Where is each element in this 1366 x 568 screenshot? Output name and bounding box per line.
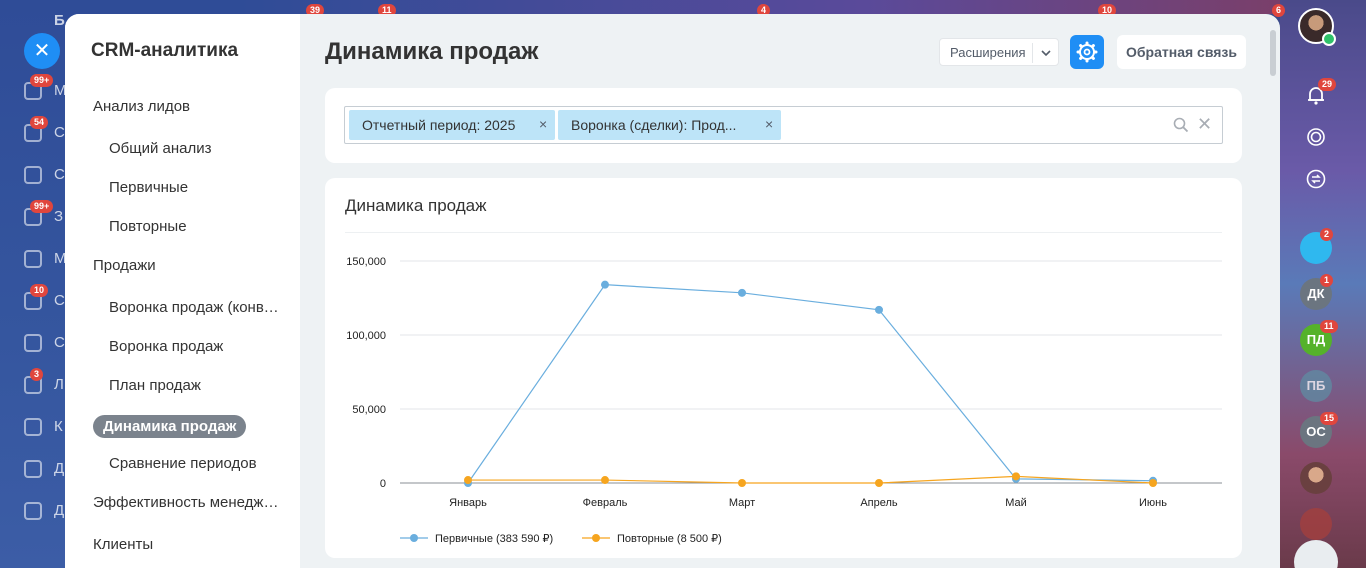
menu-item[interactable]: Сравнение периодов (109, 455, 279, 472)
portal-menu-label: Д (54, 502, 65, 519)
data-point[interactable] (464, 476, 472, 485)
series-line (467, 284, 1154, 484)
portal-menu-label: С (54, 334, 65, 351)
y-tick-label: 150,000 (346, 256, 386, 268)
portal-menu-icon (24, 334, 42, 352)
x-tick-label: Апрель (860, 497, 898, 509)
portal-menu-icon (24, 502, 42, 520)
legend-marker (592, 534, 600, 542)
filter-chip-label: Отчетный период: 2025 (362, 117, 516, 133)
data-point[interactable] (875, 305, 883, 314)
gear-icon (1076, 41, 1098, 63)
contact-photo-avatar[interactable] (1300, 508, 1332, 540)
filter-chip-label: Воронка (сделки): Прод... (571, 117, 737, 133)
portal-menu-badge: 3 (30, 368, 44, 381)
crm-analytics-slider: CRM-аналитика Анализ лидов Общий анализ Пе… (65, 14, 1280, 568)
filter-card: Отчетный период: 2025 × Воронка (сделки)… (325, 88, 1242, 163)
portal-logo-letter: Б (54, 12, 65, 29)
menu-title: CRM-аналитика (91, 40, 239, 61)
y-tick-label: 50,000 (352, 404, 386, 416)
settings-button[interactable] (1070, 35, 1104, 69)
portal-menu-label: С (54, 292, 65, 309)
portal-menu-label: Д (54, 460, 65, 477)
portal-menu-badge: 54 (30, 116, 49, 129)
page-title: Динамика продаж (325, 38, 539, 65)
menu-item[interactable]: Воронка продаж (конверсия) (109, 299, 279, 316)
contact-avatar[interactable]: ПБ (1300, 370, 1332, 402)
data-point[interactable] (875, 479, 883, 487)
play-status-icon (1322, 32, 1336, 46)
data-point[interactable] (601, 280, 609, 289)
portal-menu-icon (24, 166, 42, 184)
portal-menu-label: Л (54, 376, 64, 393)
menu-item[interactable]: Клиенты (93, 536, 283, 553)
data-point[interactable] (738, 288, 746, 297)
x-tick-label: Январь (449, 497, 487, 509)
portal-menu-badge: 99+ (30, 74, 54, 87)
top-counter-badge: 6 (1272, 4, 1286, 17)
close-slider-button[interactable]: ✕ (24, 33, 60, 69)
sync-chat-icon[interactable] (1305, 168, 1327, 190)
menu-item[interactable]: Воронка продаж (109, 338, 279, 355)
portal-menu-icon (24, 418, 42, 436)
menu-item[interactable]: Динамика продаж (93, 415, 247, 438)
sales-dynamics-chart: 0 50,000 100,000 150,000 Январь Февраль Март Ап… (346, 256, 1222, 545)
chip-close-icon[interactable]: × (765, 116, 773, 132)
search-icon[interactable] (1173, 117, 1189, 133)
data-point[interactable] (1012, 472, 1020, 481)
chart-card: Динамика продаж 0 50,000 100,000 150,000 Янв… (325, 178, 1242, 558)
close-icon: ✕ (33, 40, 51, 62)
chevron-down-icon (1041, 50, 1051, 57)
menu-item[interactable]: Общий анализ (109, 140, 279, 157)
chat-badge: 2 (1320, 228, 1334, 241)
portal-menu-label: К (54, 418, 63, 435)
extensions-dropdown[interactable]: Расширения (939, 38, 1059, 66)
filter-chip-period[interactable]: Отчетный период: 2025 × (349, 110, 555, 140)
menu-item[interactable]: Анализ лидов (93, 98, 283, 115)
legend-marker (410, 534, 418, 542)
chip-close-icon[interactable]: × (539, 116, 547, 132)
portal-menu-label: С (54, 124, 65, 141)
spiral-icon[interactable] (1305, 126, 1327, 148)
menu-item[interactable]: План продаж (109, 377, 279, 394)
menu-item[interactable]: Эффективность менеджеров (93, 494, 283, 511)
contact-badge: 15 (1320, 412, 1339, 425)
menu-item[interactable]: Первичные (109, 179, 279, 196)
analytics-menu: CRM-аналитика Анализ лидов Общий анализ Пе… (65, 14, 300, 568)
menu-item[interactable]: Продажи (93, 257, 283, 274)
y-tick-label: 0 (380, 478, 386, 490)
portal-menu-badge: 10 (30, 284, 49, 297)
data-point[interactable] (601, 476, 609, 485)
x-tick-label: Июнь (1139, 497, 1167, 509)
portal-menu-icon (24, 250, 42, 268)
scrollbar[interactable] (1270, 30, 1276, 76)
x-tick-label: Февраль (583, 497, 628, 509)
x-tick-label: Март (729, 497, 755, 509)
clear-filter-icon[interactable]: ✕ (1197, 114, 1212, 135)
portal-menu-label: С (54, 166, 65, 183)
contact-photo-avatar[interactable] (1300, 462, 1332, 494)
portal-menu-label: З (54, 208, 64, 225)
data-point[interactable] (738, 479, 746, 487)
portal-menu-icon (24, 460, 42, 478)
contact-badge: 1 (1320, 274, 1334, 287)
extensions-label: Расширения (950, 45, 1026, 60)
notification-badge: 29 (1318, 78, 1337, 91)
x-tick-label: Май (1005, 497, 1027, 509)
data-point[interactable] (1149, 479, 1157, 487)
filter-chip-funnel[interactable]: Воронка (сделки): Прод... × (558, 110, 781, 140)
menu-item[interactable]: Повторные (109, 218, 279, 235)
y-tick-label: 100,000 (346, 330, 386, 342)
extensions-separator (1032, 43, 1033, 63)
contact-badge: 11 (1320, 320, 1338, 333)
legend-label[interactable]: Повторные (8 500 ₽) (617, 533, 722, 545)
portal-menu-badge: 99+ (30, 200, 54, 213)
legend-label[interactable]: Первичные (383 590 ₽) (435, 533, 553, 545)
feedback-button[interactable]: Обратная связь (1117, 35, 1246, 69)
filter-search-box[interactable]: Отчетный период: 2025 × Воронка (сделки)… (344, 106, 1223, 144)
